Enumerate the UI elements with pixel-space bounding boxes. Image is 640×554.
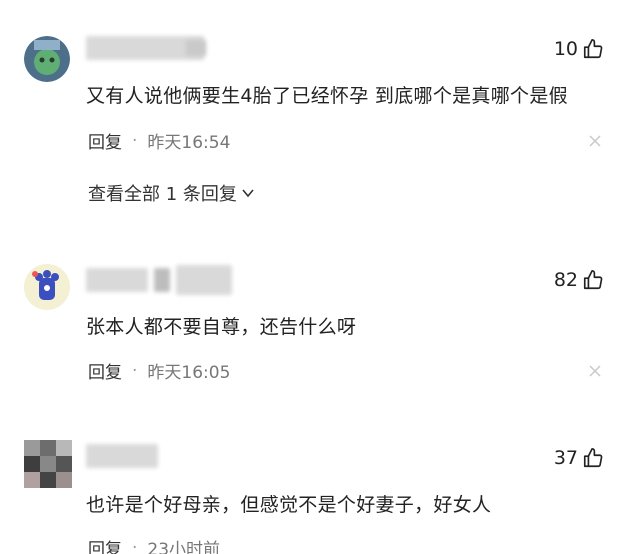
like-count: 37 <box>553 447 578 469</box>
separator-dot: · <box>132 360 138 381</box>
separator-dot: · <box>132 130 138 151</box>
comment-meta: 回复 · 23小时前 <box>88 535 220 554</box>
like-button[interactable]: 10 <box>554 38 604 60</box>
username-blurred <box>176 265 232 295</box>
separator-dot: · <box>132 537 138 554</box>
chevron-down-icon <box>242 189 254 198</box>
thumbs-up-icon <box>583 448 603 468</box>
reply-button[interactable]: 回复 <box>88 358 122 383</box>
comment-text: 张本人都不要自尊，还告什么呀 <box>86 316 357 338</box>
reply-button[interactable]: 回复 <box>88 535 122 554</box>
comment-text: 又有人说他俩要生4胎了已经怀孕 到底哪个是真哪个是假 <box>86 85 568 107</box>
comment-text: 也许是个好母亲，但感觉不是个好妻子，好女人 <box>86 494 492 516</box>
thumbs-up-icon <box>583 270 603 290</box>
thumbs-up-icon <box>583 39 603 59</box>
close-icon[interactable] <box>588 134 602 148</box>
avatar[interactable] <box>24 264 70 310</box>
username-blurred[interactable] <box>86 444 158 468</box>
view-all-replies-label: 查看全部 1 条回复 <box>88 184 237 205</box>
comment-list: 10 又有人说他俩要生4胎了已经怀孕 到底哪个是真哪个是假 回复 · 昨天16:… <box>0 0 640 554</box>
view-all-replies-button[interactable]: 查看全部 1 条回复 <box>88 180 255 206</box>
like-button[interactable]: 37 <box>554 447 604 469</box>
timestamp: 昨天16:05 <box>147 363 231 383</box>
like-button[interactable]: 82 <box>554 269 604 291</box>
avatar[interactable] <box>24 440 72 488</box>
like-count: 10 <box>553 38 578 60</box>
timestamp: 23小时前 <box>147 540 221 554</box>
like-count: 82 <box>553 269 578 291</box>
comment-meta: 回复 · 昨天16:05 <box>88 358 231 384</box>
username-blurred[interactable] <box>86 268 148 292</box>
username-blurred <box>154 268 170 292</box>
comment-meta: 回复 · 昨天16:54 <box>88 128 231 154</box>
username-blurred <box>186 40 206 56</box>
reply-button[interactable]: 回复 <box>88 128 122 153</box>
close-icon[interactable] <box>588 364 602 378</box>
avatar[interactable] <box>24 36 70 82</box>
timestamp: 昨天16:54 <box>147 133 231 153</box>
